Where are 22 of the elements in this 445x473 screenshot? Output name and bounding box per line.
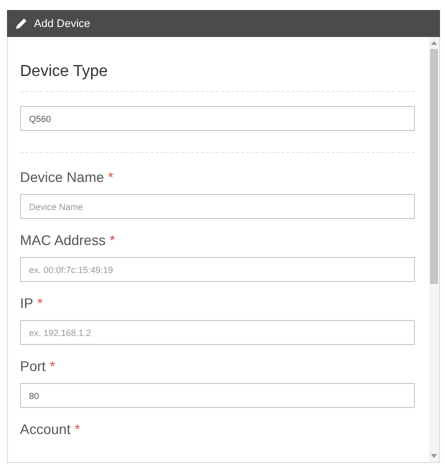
input-field[interactable]: ex. 192.168.1.2: [20, 320, 415, 345]
scroll-up-icon[interactable]: [431, 41, 437, 45]
field-label: Account: [20, 421, 71, 437]
required-mark: *: [37, 295, 43, 311]
input-field[interactable]: ex. 00:0f:7c:15:49:19: [20, 257, 415, 282]
required-mark: *: [74, 421, 80, 437]
input-field[interactable]: Q560: [20, 106, 415, 131]
field-label: MAC Address: [20, 232, 106, 248]
required-mark: *: [50, 358, 56, 374]
pencil-icon: [15, 17, 28, 30]
scrollbar[interactable]: [429, 37, 439, 462]
field-label: Port: [20, 358, 46, 374]
required-mark: *: [108, 169, 114, 185]
field-label: Device Name: [20, 169, 104, 185]
field-label: IP: [20, 295, 34, 311]
section-heading: Device Type: [20, 63, 109, 81]
scroll-down-icon[interactable]: [431, 454, 437, 458]
dialog-title: Add Device: [34, 18, 90, 30]
scroll-thumb[interactable]: [430, 49, 438, 284]
input-field[interactable]: Device Name: [20, 194, 415, 219]
required-mark: *: [110, 232, 116, 248]
input-field[interactable]: 80: [20, 383, 415, 408]
